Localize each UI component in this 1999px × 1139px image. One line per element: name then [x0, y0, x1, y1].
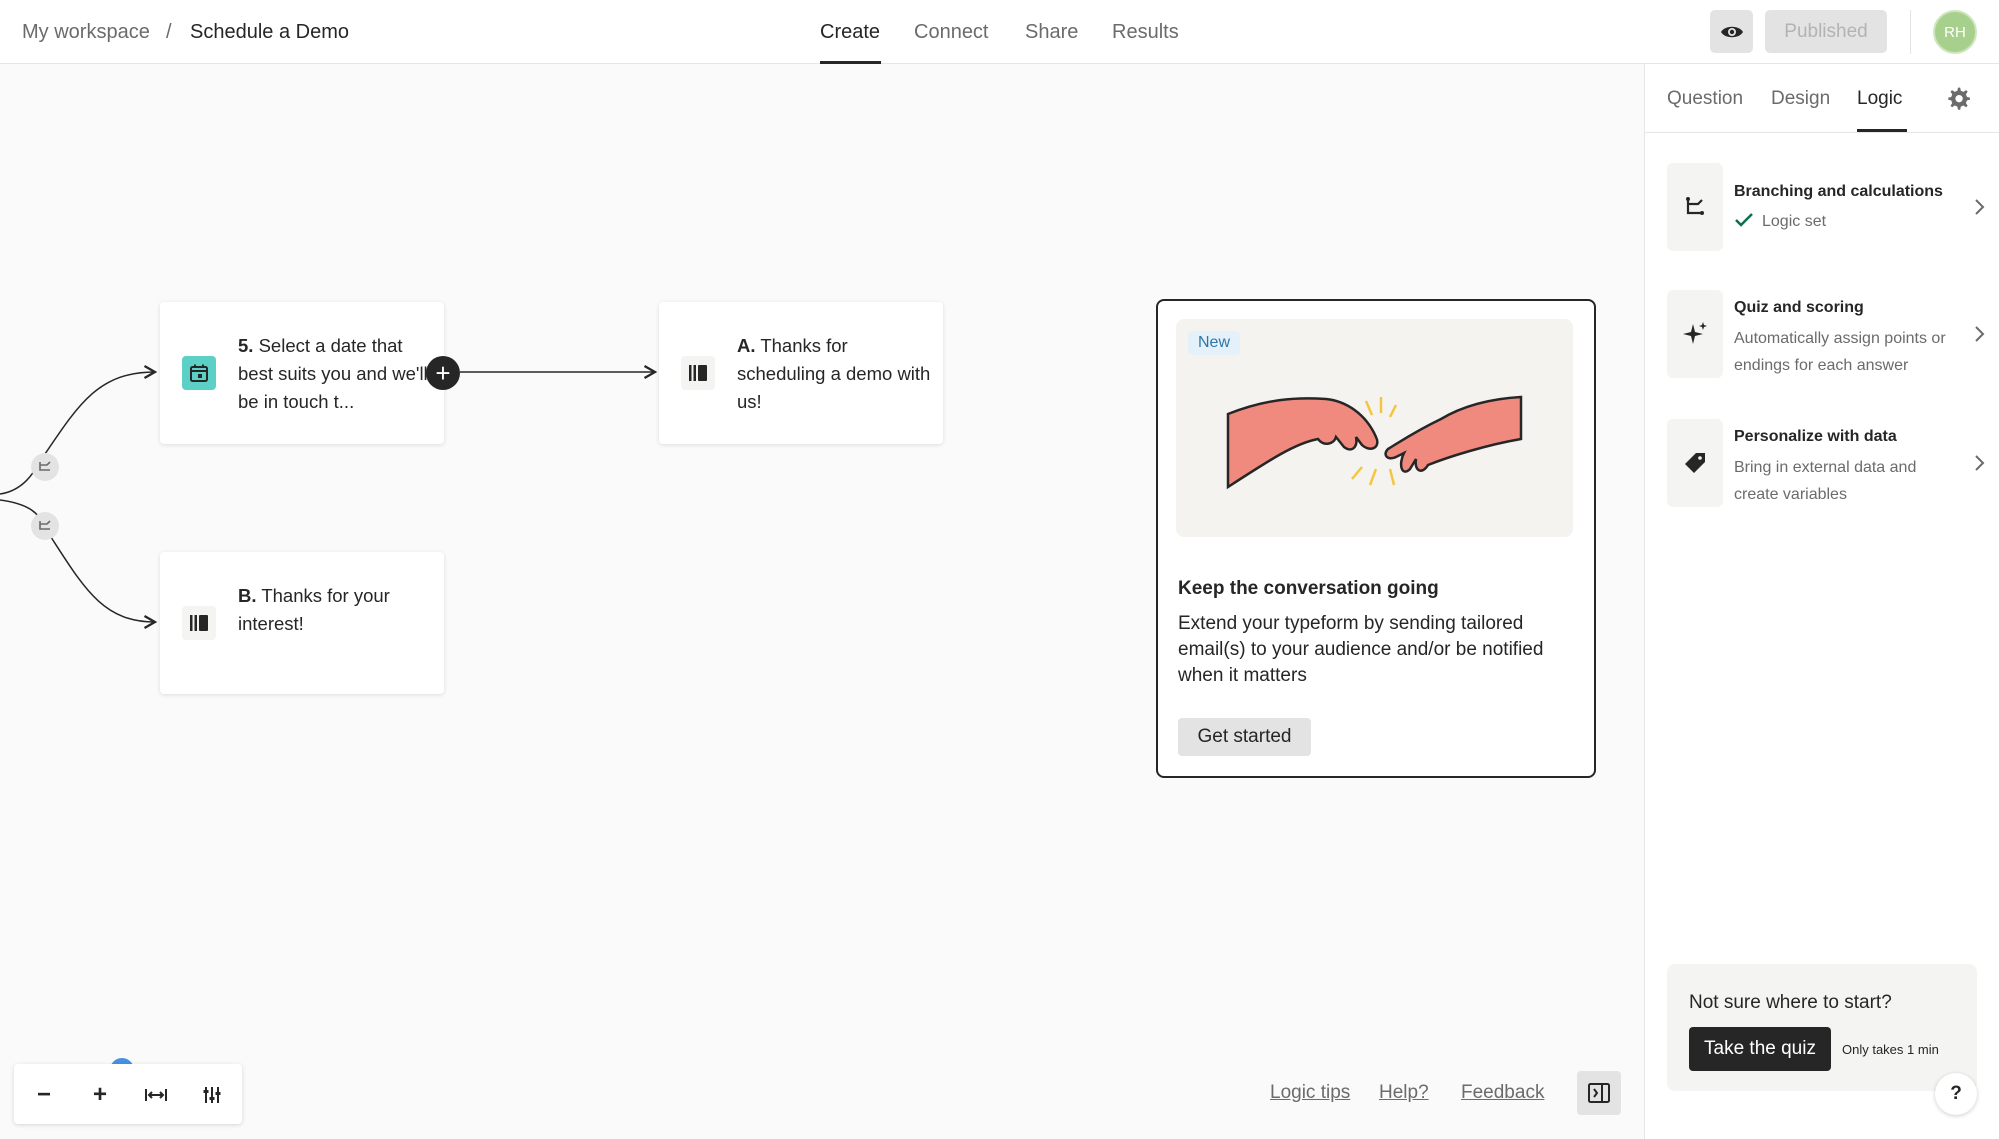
quiz-scoring-item[interactable]: Quiz and scoring Automatically assign po… — [1667, 290, 1987, 378]
personalize-data-item[interactable]: Personalize with data Bring in external … — [1667, 419, 1987, 507]
panel-collapse-icon — [1588, 1083, 1610, 1103]
zoom-toolbar: − + — [14, 1064, 242, 1124]
node-text: A. Thanks for scheduling a demo with us! — [737, 332, 933, 416]
promo-body: Extend your typeform by sending tailored… — [1178, 613, 1544, 686]
preview-button[interactable] — [1710, 10, 1753, 53]
node-number: B. — [238, 585, 257, 606]
quiz-note: Only takes 1 min — [1842, 1042, 1939, 1057]
logic-item-title: Branching and calculations — [1734, 183, 1943, 200]
get-started-button[interactable]: Get started — [1178, 718, 1311, 756]
chevron-right-icon — [1975, 326, 1985, 342]
new-badge: New — [1188, 331, 1241, 355]
check-icon — [1735, 213, 1753, 227]
ending-icon — [681, 356, 715, 390]
node-label: Thanks for scheduling a demo with us! — [737, 335, 931, 412]
panel-tabs-divider — [1645, 132, 1999, 133]
node-label: Thanks for your interest! — [238, 585, 390, 634]
hands-illustration: New — [1176, 319, 1573, 537]
breadcrumb-workspace[interactable]: My workspace — [22, 21, 150, 44]
avatar[interactable]: RH — [1933, 10, 1977, 54]
published-button[interactable]: Published — [1765, 10, 1887, 53]
top-header: My workspace / Schedule a Demo Create Co… — [0, 0, 1999, 64]
node-text: 5. Select a date that best suits you and… — [238, 332, 434, 416]
sparkle-icon — [1667, 290, 1723, 378]
logic-item-desc: Bring in external data and create variab… — [1734, 459, 1917, 503]
tab-design[interactable]: Design — [1771, 88, 1830, 110]
add-logic-button[interactable]: + — [426, 356, 460, 390]
logic-item-title: Quiz and scoring — [1734, 299, 1864, 316]
node-label: Select a date that best suits you and we… — [238, 335, 428, 412]
logic-item-desc: Automatically assign points or endings f… — [1734, 330, 1946, 374]
form-title[interactable]: Schedule a Demo — [190, 21, 349, 44]
tab-logic[interactable]: Logic — [1857, 88, 1902, 110]
help-link[interactable]: Help? — [1379, 1082, 1429, 1104]
branching-calculations-item[interactable]: Branching and calculations Logic set — [1667, 163, 1987, 251]
zoom-out-button[interactable]: − — [27, 1078, 61, 1112]
branch-icon — [1667, 163, 1723, 251]
node-number: 5. — [238, 335, 254, 356]
question-node-5[interactable]: 5. Select a date that best suits you and… — [160, 302, 444, 444]
feedback-link[interactable]: Feedback — [1461, 1082, 1544, 1104]
calendar-icon — [182, 356, 216, 390]
fit-width-icon[interactable] — [139, 1078, 173, 1112]
ending-node-a[interactable]: A. Thanks for scheduling a demo with us! — [659, 302, 943, 444]
take-quiz-button[interactable]: Take the quiz — [1689, 1027, 1831, 1071]
tab-share[interactable]: Share — [1025, 21, 1078, 44]
tab-connect[interactable]: Connect — [914, 21, 989, 44]
tab-results[interactable]: Results — [1112, 21, 1179, 44]
node-text: B. Thanks for your interest! — [238, 582, 434, 638]
tab-create[interactable]: Create — [820, 21, 880, 44]
chevron-right-icon — [1975, 455, 1985, 471]
quiz-question: Not sure where to start? — [1689, 992, 1892, 1013]
collapse-panel-button[interactable] — [1577, 1071, 1621, 1115]
branch-point-icon[interactable] — [31, 453, 59, 481]
promo-title: Keep the conversation going — [1178, 578, 1439, 599]
gear-icon[interactable] — [1945, 86, 1971, 112]
node-number: A. — [737, 335, 756, 356]
header-divider — [1910, 10, 1911, 54]
branch-point-icon[interactable] — [31, 512, 59, 540]
eye-icon — [1720, 26, 1743, 37]
logic-tips-link[interactable]: Logic tips — [1270, 1082, 1350, 1104]
tab-question[interactable]: Question — [1667, 88, 1743, 110]
filter-sliders-icon[interactable] — [195, 1078, 229, 1112]
ending-node-b[interactable]: B. Thanks for your interest! — [160, 552, 444, 694]
help-button[interactable]: ? — [1935, 1073, 1977, 1115]
tag-icon — [1667, 419, 1723, 507]
ending-icon — [182, 606, 216, 640]
zoom-in-button[interactable]: + — [83, 1078, 117, 1112]
quiz-prompt-box: Not sure where to start? Take the quiz O… — [1667, 964, 1977, 1091]
promo-card: New Keep the conversation going Extend y… — [1156, 299, 1596, 778]
breadcrumb-separator: / — [166, 21, 172, 43]
logic-item-title: Personalize with data — [1734, 428, 1897, 445]
logic-panel: Question Design Logic Branching and calc… — [1644, 64, 1999, 1139]
chevron-right-icon — [1975, 199, 1985, 215]
logic-status: Logic set — [1762, 213, 1827, 230]
